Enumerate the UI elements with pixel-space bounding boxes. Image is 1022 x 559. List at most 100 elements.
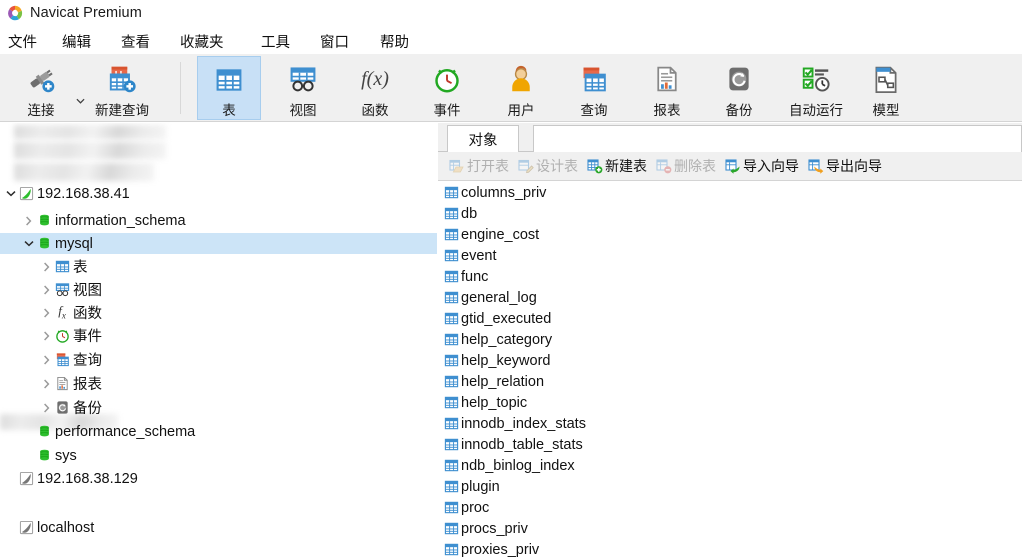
menu-item-3[interactable]: 收藏夹: [180, 29, 224, 54]
tree-node-label: 表: [73, 260, 88, 276]
toolbar-button-backup[interactable]: 备份: [708, 56, 770, 120]
main-toolbar: 连接 新建查询 表 视图 f(x) 函数 事件 用户 查询 报表 备份 自动运行 模型: [0, 54, 1022, 122]
table-icon: [443, 352, 460, 369]
toolbar-button-label: 备份: [725, 103, 753, 118]
toolbar-button-label: 事件: [433, 103, 461, 118]
toolbar-button-event[interactable]: 事件: [416, 56, 478, 120]
toolbar-button-user[interactable]: 用户: [490, 56, 552, 120]
mysql-connection-offline-icon: [17, 468, 35, 489]
table-list-item[interactable]: engine_cost: [438, 224, 1022, 245]
toolbar-button-table[interactable]: 表: [197, 56, 261, 120]
toolbar-button-label: 报表: [653, 103, 681, 118]
table-list[interactable]: columns_priv db engine_cost event func genera…: [438, 182, 1022, 559]
tree-node[interactable]: sys: [0, 445, 437, 466]
toolbar-button-new-query[interactable]: 新建查询: [80, 56, 164, 120]
table-list-item[interactable]: help_relation: [438, 371, 1022, 392]
tree-node-label: 视图: [73, 283, 102, 299]
tree-node-label: information_schema: [55, 212, 186, 229]
chevron-right-icon[interactable]: [40, 397, 53, 418]
toolbar-button-automation[interactable]: 自动运行: [774, 56, 858, 120]
table-list-item[interactable]: func: [438, 266, 1022, 287]
title-bar: Navicat Premium: [0, 0, 1022, 26]
table-list-item[interactable]: procs_priv: [438, 518, 1022, 539]
chevron-right-icon[interactable]: [40, 325, 53, 346]
toolbar-button-view[interactable]: 视图: [272, 56, 334, 120]
tree-no-twisty: [22, 421, 35, 442]
toolbar-button-model[interactable]: 模型: [855, 56, 917, 120]
table-list-item[interactable]: gtid_executed: [438, 308, 1022, 329]
toolbar-button-connection[interactable]: 连接: [12, 56, 70, 120]
window-title: Navicat Premium: [30, 5, 142, 21]
table-list-item-label: procs_priv: [461, 520, 528, 537]
toolbar-button-label: 模型: [872, 103, 900, 118]
table-list-item[interactable]: proxies_priv: [438, 539, 1022, 559]
menu-item-6[interactable]: 帮助: [380, 29, 409, 54]
chevron-right-icon[interactable]: [40, 349, 53, 370]
menu-item-2[interactable]: 查看: [121, 29, 150, 54]
import-wizard-icon: [724, 158, 741, 175]
table-list-item[interactable]: help_keyword: [438, 350, 1022, 371]
toolbar-separator: [180, 62, 181, 114]
menu-item-0[interactable]: 文件: [8, 29, 37, 54]
connection-tree[interactable]: 192.168.38.41 information_schemamysql 表视图 f…: [0, 123, 438, 559]
table-list-item[interactable]: help_topic: [438, 392, 1022, 413]
toolbar-button-function[interactable]: f(x) 函数: [344, 56, 406, 120]
event-icon: [427, 62, 467, 96]
backup-icon: [719, 62, 759, 96]
toolbar-button-label: 连接: [27, 103, 55, 118]
chevron-right-icon[interactable]: [40, 256, 53, 277]
object-toolbar-export-wizard[interactable]: 导出向导: [803, 154, 886, 178]
table-list-item[interactable]: columns_priv: [438, 182, 1022, 203]
tab-objects[interactable]: 对象: [447, 125, 519, 153]
chevron-down-icon[interactable]: [4, 183, 17, 204]
table-icon: [443, 436, 460, 453]
query-group-icon: [53, 349, 71, 370]
table-list-item-label: help_category: [461, 331, 553, 348]
table-list-item[interactable]: ndb_binlog_index: [438, 455, 1022, 476]
table-list-item[interactable]: db: [438, 203, 1022, 224]
table-list-item[interactable]: event: [438, 245, 1022, 266]
tree-node[interactable]: 视图: [0, 279, 437, 300]
table-list-item[interactable]: innodb_table_stats: [438, 434, 1022, 455]
tree-node[interactable]: fx 函数: [0, 302, 437, 323]
tree-node[interactable]: 事件: [0, 325, 437, 346]
object-toolbar-new-table[interactable]: 新建表: [582, 154, 651, 178]
menu-item-5[interactable]: 窗口: [320, 29, 349, 54]
tree-node[interactable]: 表: [0, 256, 437, 277]
tree-node[interactable]: performance_schema: [0, 421, 437, 442]
toolbar-button-query[interactable]: 查询: [563, 56, 625, 120]
chevron-right-icon[interactable]: [40, 302, 53, 323]
table-list-item[interactable]: plugin: [438, 476, 1022, 497]
toolbar-button-label: 自动运行: [789, 103, 843, 118]
table-list-item-label: ndb_binlog_index: [461, 457, 575, 474]
chevron-right-icon[interactable]: [22, 210, 35, 231]
tree-node[interactable]: 192.168.38.129: [0, 468, 437, 489]
object-toolbar: 打开表 设计表 新建表 删除表 导入向导 导出向导: [438, 152, 1022, 181]
object-toolbar-design-table: 设计表: [513, 154, 582, 178]
table-list-item[interactable]: proc: [438, 497, 1022, 518]
table-icon: [443, 520, 460, 537]
tree-node[interactable]: 报表: [0, 373, 437, 394]
table-icon: [443, 226, 460, 243]
menu-item-1[interactable]: 编辑: [62, 29, 91, 54]
tree-node[interactable]: mysql: [0, 233, 437, 254]
menu-item-4[interactable]: 工具: [261, 29, 290, 54]
table-list-item-label: help_topic: [461, 394, 528, 411]
table-list-item[interactable]: general_log: [438, 287, 1022, 308]
tree-node[interactable]: information_schema: [0, 210, 437, 231]
tree-node[interactable]: 192.168.38.41: [0, 183, 437, 204]
object-toolbar-import-wizard[interactable]: 导入向导: [720, 154, 803, 178]
tree-node[interactable]: 备份: [0, 397, 437, 418]
chevron-down-icon[interactable]: [22, 233, 35, 254]
chevron-right-icon[interactable]: [40, 279, 53, 300]
tree-node[interactable]: localhost: [0, 517, 437, 538]
table-icon: [443, 289, 460, 306]
table-list-item[interactable]: innodb_index_stats: [438, 413, 1022, 434]
tree-no-twisty: [22, 445, 35, 466]
table-list-item[interactable]: help_category: [438, 329, 1022, 350]
toolbar-button-report[interactable]: 报表: [636, 56, 698, 120]
tree-node[interactable]: 查询: [0, 349, 437, 370]
mysql-connection-offline-icon: [17, 517, 35, 538]
table-list-item-label: innodb_index_stats: [461, 415, 586, 432]
chevron-right-icon[interactable]: [40, 373, 53, 394]
